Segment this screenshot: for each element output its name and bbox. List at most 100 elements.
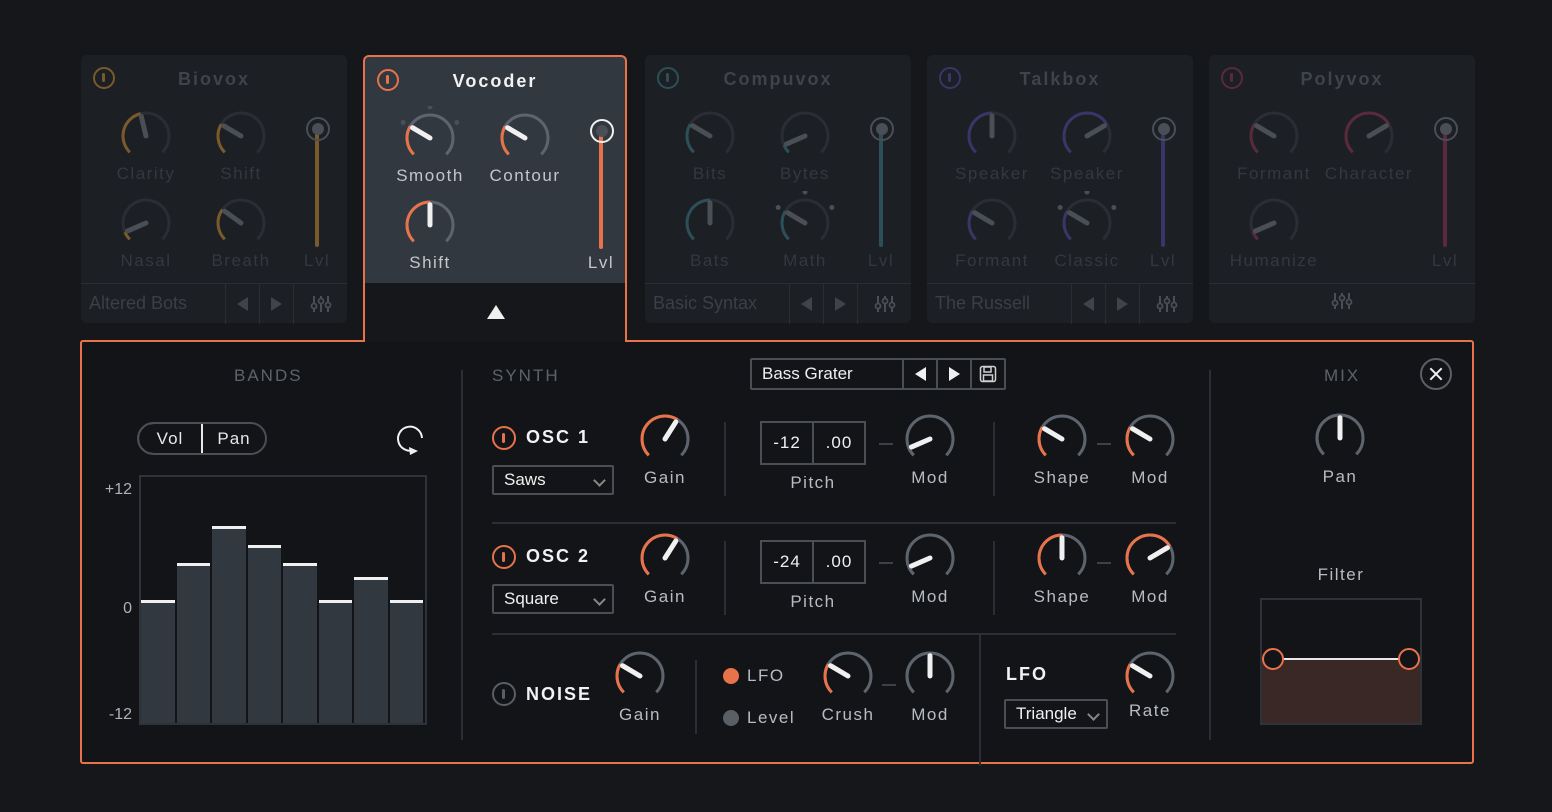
band-handle[interactable] [212, 526, 246, 529]
mixer-button[interactable] [857, 283, 911, 324]
knob-bats[interactable]: Bats [665, 197, 755, 271]
osc1-gain-knob[interactable]: Gain [625, 413, 705, 488]
level-slider[interactable]: Lvl [1430, 115, 1460, 305]
knob-clarity[interactable]: Clarity [101, 110, 191, 184]
knob-dial-icon[interactable] [215, 110, 267, 162]
level-slider[interactable]: Lvl [866, 115, 896, 305]
band-bar[interactable] [318, 600, 352, 723]
knob-dial-icon[interactable] [822, 650, 874, 702]
knob-dial-icon[interactable] [966, 197, 1018, 249]
preset-next-button[interactable] [259, 283, 293, 324]
level-slider[interactable]: Lvl [1148, 115, 1178, 305]
slider-thumb[interactable] [1434, 117, 1458, 141]
noise-mod-lfo-radio[interactable]: LFO [723, 666, 785, 686]
noise-crush-mod-knob[interactable]: Mod [890, 650, 970, 725]
band-handle[interactable] [283, 563, 317, 566]
module-talkbox[interactable]: Talkbox Speaker Speaker Formant Classic [927, 55, 1193, 324]
knob-dial-icon[interactable] [639, 532, 691, 584]
knob-dial-icon[interactable] [120, 110, 172, 162]
band-bar[interactable] [354, 576, 388, 723]
knob-formant[interactable]: Formant [1229, 110, 1319, 184]
module-preset-name[interactable]: The Russell [927, 293, 1071, 314]
vol-pan-toggle[interactable]: Vol Pan [137, 422, 267, 455]
knob-speaker[interactable]: Speaker [1042, 110, 1132, 184]
lfo-rate-knob[interactable]: Rate [1110, 650, 1190, 721]
mixer-button[interactable] [1139, 283, 1193, 324]
mixer-button[interactable] [293, 283, 347, 324]
noise-power-toggle[interactable] [492, 682, 516, 706]
knob-dial-icon[interactable] [904, 413, 956, 465]
knob-dial-icon[interactable] [120, 197, 172, 249]
knob-dial-icon[interactable] [1036, 413, 1088, 465]
knob-dial-icon[interactable] [499, 112, 551, 164]
band-bar[interactable] [141, 600, 175, 723]
filter-low-handle[interactable] [1262, 648, 1284, 670]
preset-prev-button[interactable] [789, 283, 823, 324]
knob-dial-icon[interactable] [1124, 650, 1176, 702]
lfo-waveform-dropdown[interactable]: Triangle [1004, 699, 1108, 729]
mixer-button[interactable] [1331, 292, 1353, 315]
slider-thumb[interactable] [1152, 117, 1176, 141]
band-handle[interactable] [389, 600, 423, 603]
module-polyvox[interactable]: Polyvox Formant Character Humanize Lvl [1209, 55, 1475, 323]
osc1-power-toggle[interactable] [492, 426, 516, 450]
filter-high-handle[interactable] [1398, 648, 1420, 670]
preset-prev-button[interactable] [1071, 283, 1105, 324]
knob-dial-icon[interactable] [215, 197, 267, 249]
osc2-power-toggle[interactable] [492, 545, 516, 569]
knob-dial-icon[interactable] [614, 650, 666, 702]
knob-bits[interactable]: Bits [665, 110, 755, 184]
knob-shift[interactable]: Shift [385, 199, 475, 273]
osc1-pitch-input[interactable]: -12 .00 [760, 421, 866, 465]
band-handle[interactable] [354, 576, 388, 580]
osc2-pitch-mod-knob[interactable]: Mod [890, 532, 970, 607]
osc2-pitch-input[interactable]: -24 .00 [760, 540, 866, 584]
knob-bytes[interactable]: Bytes [760, 110, 850, 184]
band-handle[interactable] [176, 563, 210, 566]
knob-dial-icon[interactable] [966, 110, 1018, 162]
knob-character[interactable]: Character [1324, 110, 1414, 184]
slider-thumb[interactable] [590, 119, 614, 143]
knob-dial-icon[interactable] [639, 413, 691, 465]
preset-next-button[interactable] [1105, 283, 1139, 324]
knob-contour[interactable]: Contour [480, 112, 570, 186]
band-bar[interactable] [389, 600, 423, 723]
level-slider[interactable]: Lvl [586, 117, 616, 307]
knob-formant[interactable]: Formant [947, 197, 1037, 271]
knob-dial-icon[interactable] [904, 650, 956, 702]
knob-dial-icon[interactable] [1061, 110, 1113, 162]
module-preset-name[interactable]: Basic Syntax [645, 293, 789, 314]
knob-dial-icon[interactable] [773, 191, 837, 255]
knob-dial-icon[interactable] [1343, 110, 1395, 162]
knob-dial-icon[interactable] [904, 532, 956, 584]
osc2-gain-knob[interactable]: Gain [625, 532, 705, 607]
osc1-shape-knob[interactable]: Shape [1022, 413, 1102, 488]
preset-next-button[interactable] [936, 360, 970, 388]
knob-breath[interactable]: Breath [196, 197, 286, 271]
band-handle[interactable] [247, 544, 281, 548]
level-slider[interactable]: Lvl [302, 115, 332, 305]
knob-speaker[interactable]: Speaker [947, 110, 1037, 184]
osc1-pitch-mod-knob[interactable]: Mod [890, 413, 970, 488]
bands-chart[interactable] [139, 475, 427, 725]
noise-mod-level-radio[interactable]: Level [723, 708, 795, 728]
knob-dial-icon[interactable] [1248, 197, 1300, 249]
toggle-vol[interactable]: Vol [139, 424, 203, 453]
knob-classic[interactable]: Classic [1042, 191, 1132, 271]
band-bar[interactable] [283, 563, 317, 723]
knob-dial-icon[interactable] [684, 197, 736, 249]
knob-math[interactable]: Math [760, 191, 850, 271]
knob-dial-icon[interactable] [1036, 532, 1088, 584]
osc1-pitch-fine[interactable]: .00 [812, 423, 864, 463]
knob-dial-icon[interactable] [779, 110, 831, 162]
noise-crush-knob[interactable]: Crush [808, 650, 888, 725]
module-compuvox[interactable]: Compuvox Bits Bytes Bats Math Lvl Basic … [645, 55, 911, 324]
slider-thumb[interactable] [870, 117, 894, 141]
module-vocoder[interactable]: Vocoder Smooth Contour Shift Lvl [363, 55, 627, 285]
band-handle[interactable] [318, 600, 352, 603]
preset-prev-button[interactable] [225, 283, 259, 324]
preset-save-button[interactable] [970, 360, 1004, 388]
knob-dial-icon[interactable] [1055, 191, 1119, 255]
knob-dial-icon[interactable] [404, 199, 456, 251]
slider-thumb[interactable] [306, 117, 330, 141]
